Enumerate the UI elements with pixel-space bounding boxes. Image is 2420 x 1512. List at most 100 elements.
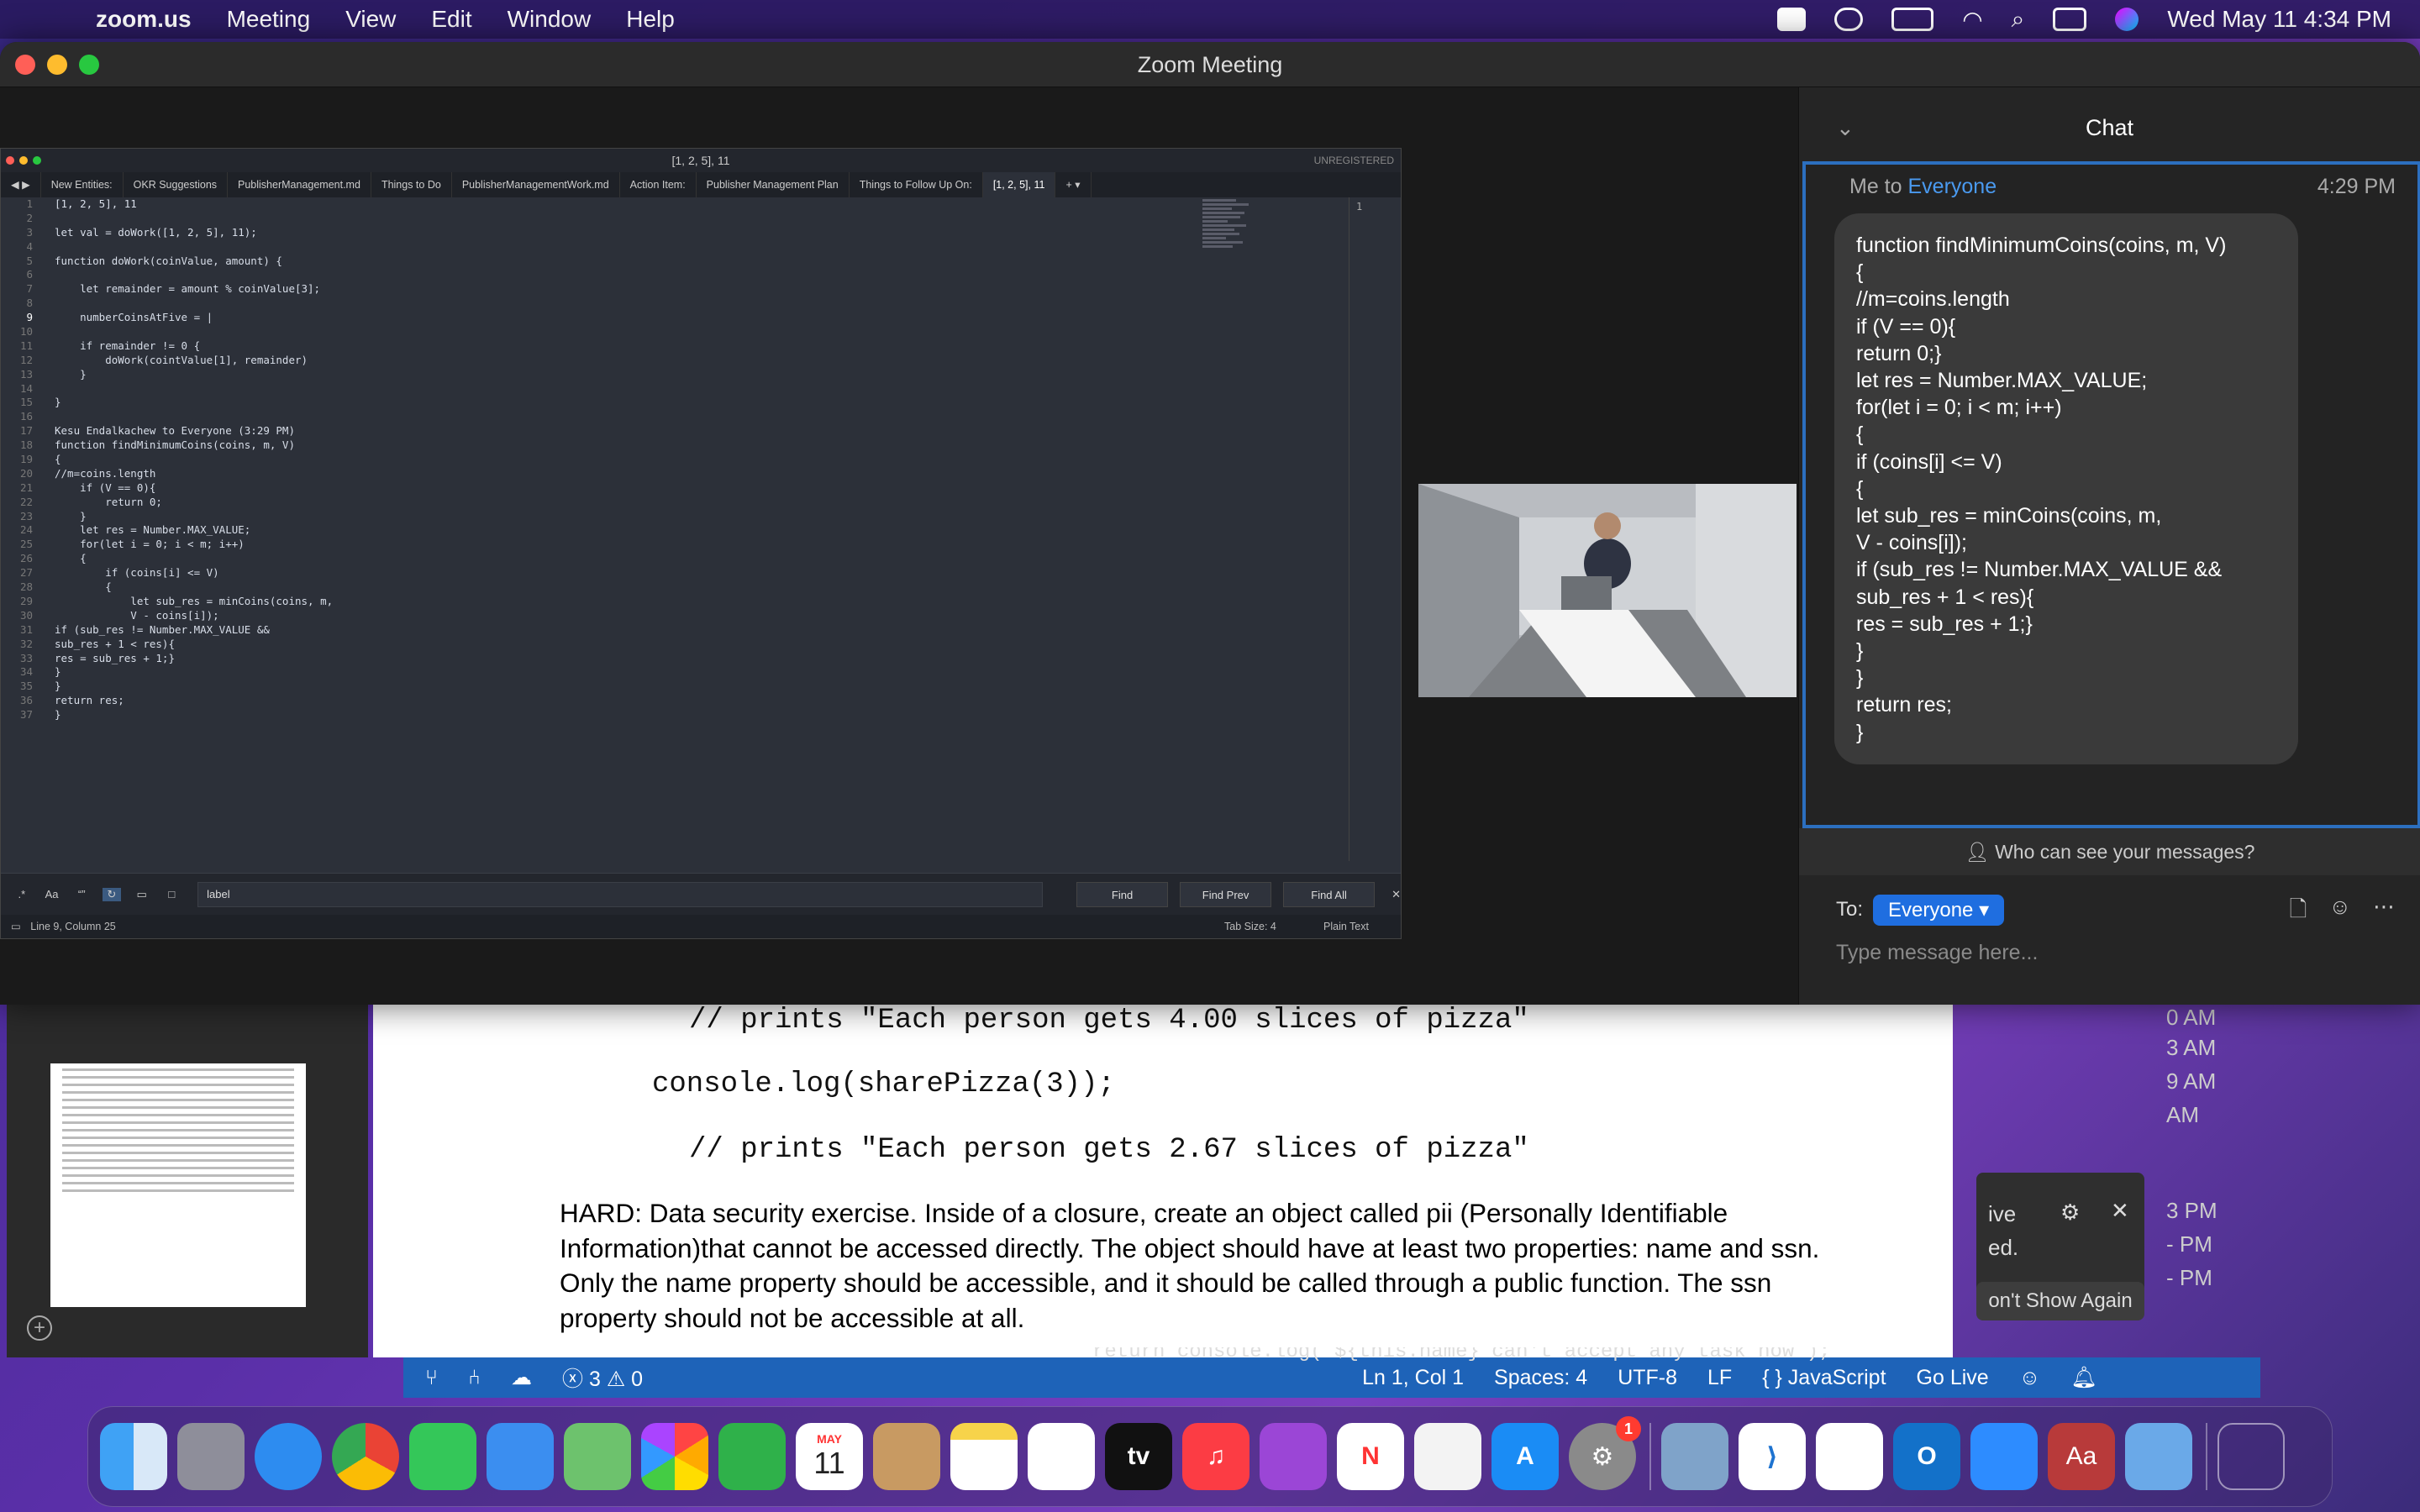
downloads-icon[interactable] (2125, 1423, 2192, 1490)
pages-icon[interactable] (1414, 1423, 1481, 1490)
music-icon[interactable]: ♫ (1182, 1423, 1249, 1490)
who-can-see-messages[interactable]: 👤︎ Who can see your messages? (1799, 828, 2420, 875)
code-line: let remainder = amount % coinValue[3]; (55, 282, 321, 296)
finder-icon[interactable] (100, 1423, 167, 1490)
file-icon[interactable]: 🗋 (2290, 894, 2307, 931)
regex-toggle-icon: .* (18, 888, 26, 900)
trash-icon[interactable] (2217, 1423, 2285, 1490)
notes-icon[interactable] (950, 1423, 1018, 1490)
facetime-icon[interactable] (718, 1423, 786, 1490)
menu-window[interactable]: Window (508, 6, 592, 33)
maps-icon[interactable] (564, 1423, 631, 1490)
close-window-button[interactable] (15, 55, 35, 75)
vscode-icon[interactable]: ⟩ (1739, 1423, 1806, 1490)
chat-message-input[interactable]: Type message here... (1836, 941, 2038, 965)
zoom-icon[interactable] (1970, 1423, 2038, 1490)
chevron-down-icon[interactable]: ⌄ (1836, 87, 1854, 168)
settings-badge: 1 (1616, 1416, 1641, 1441)
sublime-status-bar: ▭ Line 9, Column 25 Tab Size: 4 Plain Te… (1, 915, 1401, 938)
chat-message-list[interactable]: Me to Everyone 4:29 PM function findMini… (1802, 161, 2420, 828)
code-line: } (55, 367, 87, 381)
reminders-icon[interactable] (1028, 1423, 1095, 1490)
code-line: if (sub_res != Number.MAX_VALUE && (55, 622, 270, 636)
message-line: } (1856, 639, 1864, 664)
menu-edit[interactable]: Edit (431, 6, 471, 33)
add-page-icon[interactable]: + (27, 1315, 52, 1341)
message-line: if (sub_res != Number.MAX_VALUE && (1856, 558, 2223, 582)
code-line: if remainder != 0 { (55, 339, 201, 352)
minimize-window-button[interactable] (47, 55, 67, 75)
control-center-icon[interactable] (2053, 8, 2087, 31)
feedback-icon[interactable]: ☺ (2019, 1366, 2041, 1390)
menu-app-name[interactable]: zoom.us (96, 6, 192, 33)
line-number: 28 (19, 580, 33, 594)
close-icon[interactable]: ✕ (2111, 1198, 2129, 1224)
recipient-link[interactable]: Everyone (1907, 175, 1996, 198)
source-control-icon[interactable]: ⑂ (425, 1366, 438, 1390)
menu-meeting[interactable]: Meeting (227, 6, 311, 33)
line-number: 37 (19, 708, 33, 722)
language-mode[interactable]: { } JavaScript (1762, 1366, 1886, 1390)
wifi-icon[interactable]: ◠ (1962, 6, 1982, 34)
sender-label: Me to (1849, 175, 1908, 198)
messages-icon[interactable] (409, 1423, 476, 1490)
battery-icon[interactable] (1891, 8, 1934, 31)
message-line: let res = Number.MAX_VALUE; (1856, 369, 2148, 393)
sync-icon[interactable]: ☁ (511, 1365, 532, 1390)
menu-help[interactable]: Help (626, 6, 675, 33)
problems-indicator[interactable]: ⓧ 3 ⚠ 0 (562, 1362, 643, 1393)
line-number: 19 (19, 453, 33, 466)
contacts-icon[interactable] (873, 1423, 940, 1490)
emoji-icon[interactable]: ☺ (2328, 894, 2351, 931)
encoding[interactable]: UTF-8 (1618, 1366, 1677, 1390)
branch-icon[interactable]: ⑃ (468, 1366, 481, 1390)
message-line: res = sub_res + 1;} (1856, 612, 2033, 636)
zoom-status-icon[interactable] (1777, 8, 1807, 31)
chat-message-bubble[interactable]: function findMinimumCoins(coins, m, V){/… (1834, 213, 2298, 764)
launchpad-icon[interactable] (177, 1423, 245, 1490)
eol[interactable]: LF (1707, 1366, 1732, 1390)
gear-icon[interactable]: ⚙ (2060, 1200, 2080, 1226)
document-page: // prints "Each person gets 4.00 slices … (373, 1005, 1953, 1357)
slack-icon[interactable] (1816, 1423, 1883, 1490)
safari-icon[interactable] (255, 1423, 322, 1490)
system-preferences-icon[interactable]: ⚙ 1 (1569, 1416, 1641, 1490)
calendar-icon[interactable]: MAY 11 (796, 1423, 863, 1490)
code-line: Kesu Endalkachew to Everyone (3:29 PM) (55, 424, 295, 438)
spotlight-search-icon[interactable]: ⌕ (2012, 6, 2025, 34)
news-icon[interactable]: N (1337, 1423, 1404, 1490)
doc-hard-exercise: HARD: Data security exercise. Inside of … (560, 1198, 1820, 1333)
dont-show-again-button[interactable]: on't Show Again (1976, 1282, 2144, 1320)
preview-icon[interactable] (1661, 1423, 1728, 1490)
go-live-button[interactable]: Go Live (1917, 1366, 1989, 1390)
cursor-position[interactable]: Ln 1, Col 1 (1362, 1366, 1464, 1390)
sublime-tab: Things to Follow Up On: (850, 172, 983, 197)
menu-view[interactable]: View (345, 6, 396, 33)
page-thumbnail[interactable] (50, 1063, 306, 1307)
new-tab-icon: + ▾ (1055, 172, 1092, 197)
calendar-day: 11 (813, 1446, 845, 1480)
recipient-dropdown[interactable]: Everyone ▾ (1873, 894, 2005, 926)
calendar-month: MAY (817, 1432, 842, 1446)
play-icon[interactable] (1834, 8, 1864, 31)
mail-icon[interactable] (487, 1423, 554, 1490)
notifications-icon[interactable]: 🔔︎ (2070, 1366, 2097, 1390)
code-line: numberCoinsAtFive = | (55, 311, 213, 324)
zoom-window-button[interactable] (79, 55, 99, 75)
cursor-position: Line 9, Column 25 (30, 921, 116, 932)
chrome-icon[interactable] (332, 1423, 399, 1490)
podcasts-icon[interactable] (1260, 1423, 1327, 1490)
siri-icon[interactable] (2115, 8, 2139, 31)
outlook-icon[interactable]: O (1893, 1423, 1960, 1490)
app-store-icon[interactable]: A (1491, 1423, 1559, 1490)
dictionary-icon[interactable]: Aa (2048, 1423, 2115, 1490)
indentation[interactable]: Spaces: 4 (1494, 1366, 1587, 1390)
appletv-icon[interactable]: tv (1105, 1423, 1172, 1490)
menu-clock[interactable]: Wed May 11 4:34 PM (2167, 6, 2391, 33)
photos-icon[interactable] (641, 1423, 708, 1490)
whole-word-toggle-icon: “” (77, 888, 86, 900)
message-line: if (V == 0){ (1856, 314, 1956, 339)
more-icon[interactable]: ⋯ (2373, 894, 2395, 931)
participant-video[interactable] (1418, 484, 1797, 697)
tab-nav-arrows: ◀ ▶ (1, 172, 41, 197)
